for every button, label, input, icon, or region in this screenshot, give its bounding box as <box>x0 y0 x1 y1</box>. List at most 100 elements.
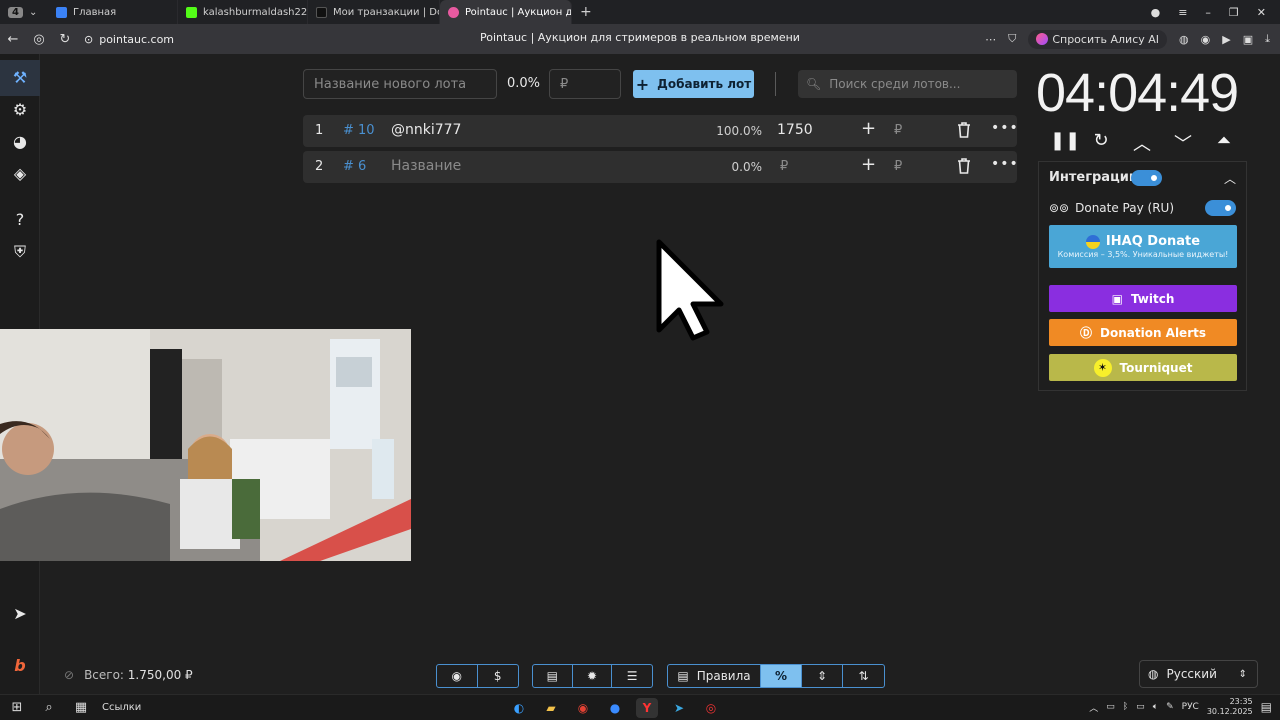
pause-icon[interactable]: ❚❚ <box>1050 130 1080 151</box>
tray-expand-icon[interactable]: ︿ <box>1089 701 1098 714</box>
extension-icon[interactable]: ◉ <box>1201 33 1211 46</box>
clear-list-icon[interactable]: ☰ <box>612 665 652 687</box>
tray-app-icon[interactable]: ▭ <box>1106 702 1115 712</box>
tourniquet-button[interactable]: ✶ Tourniquet <box>1049 354 1237 381</box>
globe-icon[interactable]: ◍ <box>1179 33 1189 46</box>
shield-icon[interactable]: ◎ <box>26 32 52 47</box>
collapse-icon[interactable]: ︿ <box>1224 170 1236 187</box>
close-window-icon[interactable]: ✕ <box>1257 6 1266 19</box>
clock[interactable]: 23:35 30.12.2025 <box>1207 697 1253 717</box>
profile-icon[interactable]: ● <box>1151 6 1161 19</box>
language-select[interactable]: ◍ Русский ⇕ <box>1139 660 1258 688</box>
save-icon[interactable]: ▤ <box>533 665 573 687</box>
timer-double-up-icon[interactable]: ⏶ <box>1214 130 1234 151</box>
restore-icon[interactable]: ❐ <box>1229 6 1239 19</box>
collections-icon[interactable]: ▣ <box>1243 33 1253 46</box>
reset-icon[interactable]: ↻ <box>1091 130 1111 151</box>
bug-icon[interactable]: ✹ <box>573 665 613 687</box>
new-tab-button[interactable]: + <box>572 0 600 24</box>
tab-kick[interactable]: kalashburmaldash228 Str <box>178 0 308 24</box>
twitch-button[interactable]: ▣ Twitch <box>1049 285 1237 312</box>
volume-icon[interactable]: 🔈︎ <box>1153 702 1158 712</box>
donation-alerts-button[interactable]: Ⓓ Donation Alerts <box>1049 319 1237 346</box>
download-icon[interactable]: ⤓ <box>1265 32 1270 46</box>
telegram-icon[interactable]: ➤ <box>668 698 690 718</box>
tab-donate[interactable]: Мои транзакции | Donate <box>308 0 440 24</box>
twitch-icon: ▣ <box>1111 291 1123 306</box>
delete-icon[interactable] <box>957 158 971 178</box>
new-lot-input[interactable]: Название нового лота <box>303 69 497 99</box>
task-view-icon[interactable]: ▦ <box>70 699 92 717</box>
add-amount-icon[interactable]: + <box>861 118 876 139</box>
timer-decrease-icon[interactable]: ﹀ <box>1173 130 1193 156</box>
search-icon[interactable]: ⌕ <box>38 699 60 717</box>
clock-time: 23:35 <box>1229 697 1253 706</box>
chevron-down-icon[interactable]: ⌄ <box>29 7 37 18</box>
more-icon[interactable]: ⋯ <box>985 33 996 46</box>
integrations-toggle[interactable] <box>1131 170 1162 186</box>
amount-input-currency[interactable]: ₽ <box>894 159 902 174</box>
tab-home[interactable]: Главная <box>48 0 178 24</box>
edge-icon[interactable]: ◐ <box>508 698 530 718</box>
rules-button[interactable]: ▤ Правила <box>668 665 761 687</box>
lot-row[interactable]: 2 # 6 Название 0.0% ₽ + ₽ ••• <box>303 151 1019 183</box>
dollar-icon[interactable]: $ <box>478 665 519 687</box>
tab-pointauc[interactable]: Pointauc | Аукцион дл ✕ <box>440 0 572 24</box>
compact-icon[interactable]: ⇕ <box>802 665 843 687</box>
boosty-icon[interactable]: b <box>0 656 40 675</box>
more-options-icon[interactable]: ••• <box>991 120 1019 136</box>
folder-icon[interactable]: ▰ <box>540 698 562 718</box>
pen-icon[interactable]: ✎ <box>1166 702 1174 712</box>
chrome-icon[interactable]: ◉ <box>572 698 594 718</box>
play-icon[interactable]: ▶ <box>1222 33 1230 46</box>
telegram-icon[interactable]: ➤ <box>0 604 40 623</box>
add-lot-button[interactable]: + Добавить лот <box>633 70 754 98</box>
lot-amount[interactable]: ₽ <box>780 159 788 174</box>
layers-icon[interactable]: ◈ <box>0 164 40 183</box>
donate-pay-icon: ⊚⊚ <box>1049 201 1070 215</box>
input-language[interactable]: РУС <box>1182 702 1199 712</box>
ihaq-donate-button[interactable]: IHAQ Donate Комиссия – 3,5%. Уникальные … <box>1049 225 1237 268</box>
links-toolbar-label[interactable]: Ссылки <box>102 702 141 713</box>
sort-icon[interactable]: ⇅ <box>843 665 884 687</box>
tab-counter[interactable]: 4 ⌄ <box>0 0 48 24</box>
minimize-icon[interactable]: – <box>1205 6 1211 19</box>
ask-alice-button[interactable]: Спросить Алису AI <box>1028 29 1168 49</box>
site-info-icon[interactable]: ⊙ <box>84 33 93 46</box>
network-icon[interactable]: ▭ <box>1136 702 1145 712</box>
delete-icon[interactable] <box>957 122 971 142</box>
lot-id[interactable]: # 6 <box>343 159 366 174</box>
lot-search-input[interactable]: 🔍︎ Поиск среди лотов... <box>798 70 1017 98</box>
back-icon[interactable]: ← <box>0 32 26 47</box>
lot-name[interactable]: Название <box>391 158 461 174</box>
select-arrows-icon: ⇕ <box>1238 668 1247 680</box>
url-field[interactable]: ⊙ pointauc.com <box>84 33 174 46</box>
hide-eye-icon[interactable]: ⊘ <box>64 668 74 682</box>
obs-icon[interactable]: ◎ <box>700 698 722 718</box>
windows-start-icon[interactable]: ⊞ <box>6 699 28 717</box>
percent-toggle[interactable]: % <box>761 665 802 687</box>
amount-input-currency[interactable]: ₽ <box>894 123 902 138</box>
app-blue-icon[interactable]: ● <box>604 698 626 718</box>
new-lot-amount-input[interactable]: ₽ <box>549 69 621 99</box>
auction-hammer-icon[interactable]: ⚒ <box>0 60 40 96</box>
lot-row[interactable]: 1 # 10 @nnki777 100.0% 1750 + ₽ ••• <box>303 115 1019 147</box>
add-amount-icon[interactable]: + <box>861 154 876 175</box>
notifications-icon[interactable]: ▤ <box>1261 700 1272 714</box>
bookmark-icon[interactable]: ⛉ <box>1008 32 1016 46</box>
yandex-browser-icon[interactable]: Y <box>636 698 658 718</box>
settings-icon[interactable]: ⚙ <box>0 100 40 119</box>
lot-amount[interactable]: 1750 <box>777 122 813 138</box>
github-icon[interactable]: ◉ <box>437 665 478 687</box>
lot-id[interactable]: # 10 <box>343 123 375 138</box>
reload-icon[interactable]: ↻ <box>52 32 78 47</box>
donate-pay-toggle[interactable] <box>1205 200 1236 216</box>
bluetooth-icon[interactable]: ᛒ <box>1123 702 1128 712</box>
more-options-icon[interactable]: ••• <box>991 156 1019 172</box>
verified-shield-icon[interactable]: ⛨ <box>0 242 40 262</box>
lot-name[interactable]: @nnki777 <box>391 122 461 138</box>
help-icon[interactable]: ? <box>0 210 40 229</box>
wheel-icon[interactable]: ◕ <box>0 132 40 151</box>
menu-icon[interactable]: ≡ <box>1178 6 1187 19</box>
timer-increase-icon[interactable]: ︿ <box>1132 130 1152 156</box>
